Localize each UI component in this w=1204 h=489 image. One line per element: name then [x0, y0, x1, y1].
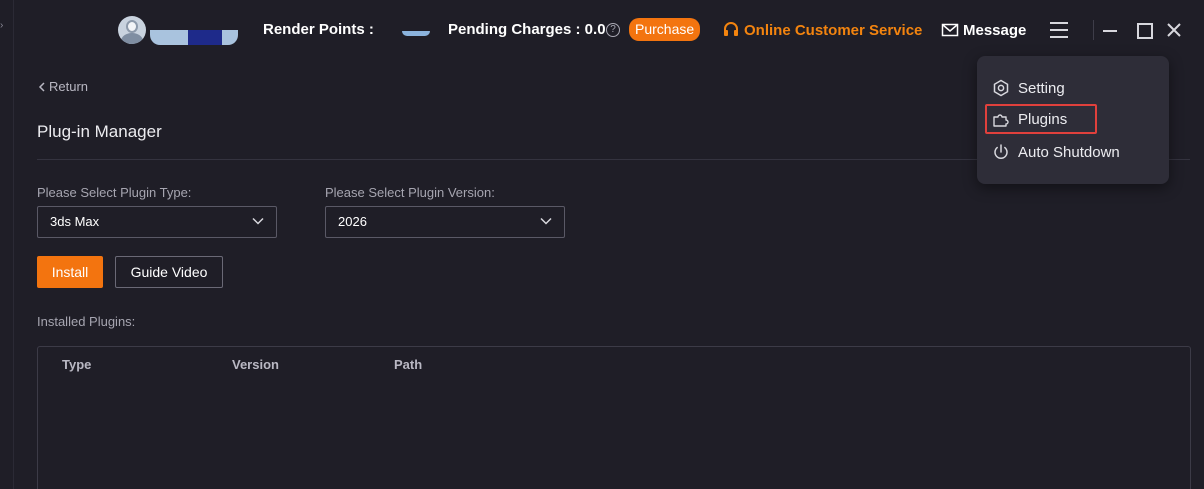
menu-item-label: Auto Shutdown: [1018, 143, 1120, 161]
envelope-icon: [941, 23, 959, 37]
render-points-label: Render Points :: [263, 21, 374, 38]
installed-plugins-table: Type Version Path: [37, 346, 1191, 489]
column-header-path[interactable]: Path: [394, 357, 422, 372]
hamburger-line: [1050, 36, 1068, 38]
purchase-button[interactable]: Purchase: [629, 18, 701, 41]
puzzle-icon: [993, 114, 1009, 127]
close-icon[interactable]: [1165, 20, 1183, 40]
plugin-version-select[interactable]: 2026: [325, 206, 565, 238]
redaction-segment: [222, 30, 238, 45]
plugin-type-label: Please Select Plugin Type:: [37, 185, 192, 200]
plugin-type-value: 3ds Max: [50, 214, 100, 229]
online-customer-service-link[interactable]: Online Customer Service: [722, 19, 922, 41]
menu-item-label: Plugins: [1018, 110, 1068, 128]
close-glyph: [1167, 23, 1181, 37]
column-header-version[interactable]: Version: [232, 357, 279, 372]
pending-charges-label: Pending Charges : 0.0: [448, 21, 606, 38]
window-controls-divider: [1093, 20, 1094, 40]
redaction-segment: [150, 30, 188, 45]
page-title: Plug-in Manager: [37, 122, 162, 141]
return-link[interactable]: Return: [38, 79, 88, 94]
return-label: Return: [49, 79, 89, 94]
top-bar: Render Points : Pending Charges : 0.0 ? …: [0, 0, 1204, 60]
redaction-segment: [188, 30, 222, 45]
hamburger-menu-icon[interactable]: [1050, 22, 1068, 38]
menu-item-label: Setting: [1018, 79, 1065, 97]
power-icon: [994, 144, 1008, 159]
menu-item-auto-shutdown[interactable]: Auto Shutdown: [985, 137, 1155, 167]
install-button[interactable]: Install: [37, 256, 103, 288]
render-points-value-redacted: [402, 31, 430, 36]
maximize-icon[interactable]: [1134, 20, 1153, 40]
menu-item-plugins[interactable]: Plugins: [985, 104, 1097, 134]
plugin-manager-window: › Render Points : Pending Charges : 0.0 …: [0, 0, 1204, 489]
plugin-version-label: Please Select Plugin Version:: [325, 185, 495, 200]
column-header-type[interactable]: Type: [62, 357, 91, 372]
plugin-version-value: 2026: [338, 214, 367, 229]
main-dropdown-menu: Setting Plugins Auto Shutdown: [977, 56, 1169, 184]
plugin-type-select[interactable]: 3ds Max: [37, 206, 277, 238]
customer-service-label: Online Customer Service: [744, 21, 923, 39]
question-circle-icon[interactable]: ?: [606, 23, 620, 37]
message-link[interactable]: Message: [941, 19, 1026, 41]
chevron-down-icon: [540, 217, 552, 225]
hamburger-line: [1050, 29, 1068, 31]
headset-icon: [724, 22, 738, 36]
side-rail: ›: [0, 0, 14, 489]
chevron-down-icon: [252, 217, 264, 225]
username-redacted: [150, 30, 238, 45]
chevron-left-icon: [38, 81, 45, 92]
message-label: Message: [963, 21, 1027, 39]
installed-plugins-label: Installed Plugins:: [37, 314, 136, 329]
guide-video-button[interactable]: Guide Video: [115, 256, 223, 288]
avatar[interactable]: [118, 16, 146, 44]
menu-item-setting[interactable]: Setting: [985, 73, 1097, 103]
avatar-body: [121, 33, 143, 44]
minimize-icon[interactable]: [1101, 20, 1119, 40]
gear-icon: [993, 79, 1009, 97]
avatar-icon: [126, 20, 138, 33]
hamburger-line: [1050, 22, 1068, 24]
